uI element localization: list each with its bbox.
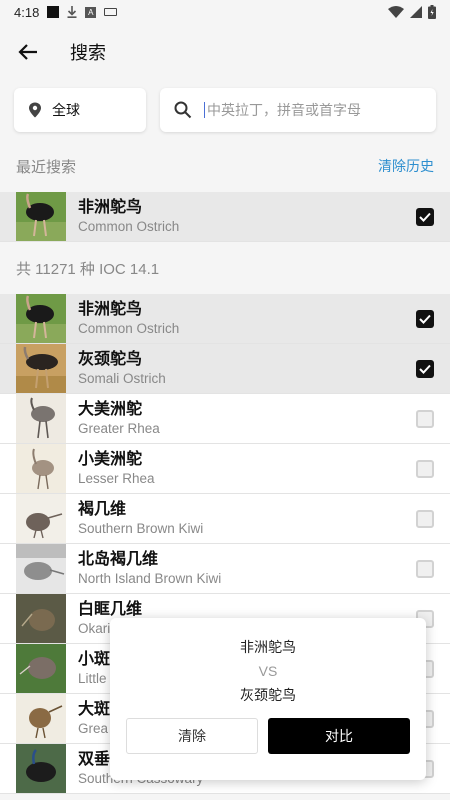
recent-search-label: 最近搜索 xyxy=(16,158,77,176)
clear-history-link[interactable]: 清除历史 xyxy=(378,156,434,176)
bird-names: 褐几维 Southern Brown Kiwi xyxy=(78,500,416,538)
search-box[interactable] xyxy=(160,88,436,132)
region-selector[interactable]: 全球 xyxy=(14,88,146,132)
bird-english-name: Greater Rhea xyxy=(78,420,160,436)
select-checkbox[interactable] xyxy=(416,509,434,528)
search-icon xyxy=(174,101,192,119)
status-bar: 4:18 A xyxy=(0,0,450,24)
bird-thumbnail xyxy=(16,744,66,793)
species-row[interactable]: 灰颈鸵鸟 Somali Ostrich xyxy=(0,344,450,394)
compare-bird-1: 非洲鸵鸟 xyxy=(240,639,296,655)
region-label: 全球 xyxy=(52,102,80,118)
battery-icon xyxy=(428,5,436,19)
select-checkbox[interactable] xyxy=(416,409,434,428)
species-row[interactable]: 褐几维 Southern Brown Kiwi xyxy=(0,494,450,544)
keyboard-icon xyxy=(104,8,118,16)
bird-chinese-name: 非洲鸵鸟 xyxy=(78,198,143,216)
bird-english-name: North Island Brown Kiwi xyxy=(78,570,222,586)
select-checkbox[interactable] xyxy=(416,459,434,478)
bird-names: 灰颈鸵鸟 Somali Ostrich xyxy=(78,350,416,388)
recent-search-header: 最近搜索 清除历史 xyxy=(0,140,450,192)
compare-bird-2: 灰颈鸵鸟 xyxy=(240,687,296,703)
bird-names: 小美洲鸵 Lesser Rhea xyxy=(78,450,416,488)
bird-english-name: Southern Brown Kiwi xyxy=(78,520,204,536)
bird-chinese-name: 褐几维 xyxy=(78,500,127,518)
status-left: 4:18 A xyxy=(14,4,118,20)
check-icon xyxy=(419,314,431,324)
signal-icon xyxy=(410,6,422,18)
compare-vs-label: VS xyxy=(258,663,278,679)
species-row[interactable]: 非洲鸵鸟 Common Ostrich xyxy=(0,294,450,344)
bird-thumbnail xyxy=(16,192,66,241)
bird-thumbnail xyxy=(16,494,66,543)
bird-chinese-name: 大美洲鸵 xyxy=(78,400,143,418)
status-right xyxy=(388,5,436,19)
bird-thumbnail xyxy=(16,294,66,343)
search-input[interactable] xyxy=(204,102,424,118)
notification-square-icon xyxy=(47,6,60,18)
select-checkbox[interactable] xyxy=(416,559,434,578)
bird-english-name: Somali Ostrich xyxy=(78,370,166,386)
bird-chinese-name: 灰颈鸵鸟 xyxy=(78,350,143,368)
compare-names: 非洲鸵鸟 VS 灰颈鸵鸟 xyxy=(110,618,426,706)
status-time: 4:18 xyxy=(14,4,40,20)
compare-panel: 非洲鸵鸟 VS 灰颈鸵鸟 清除 对比 xyxy=(110,618,426,780)
species-row[interactable]: 北岛褐几维 North Island Brown Kiwi xyxy=(0,544,450,594)
bird-names: 北岛褐几维 North Island Brown Kiwi xyxy=(78,550,416,588)
species-count-header: 共 11271 种 IOC 14.1 xyxy=(16,260,160,278)
compare-button[interactable]: 对比 xyxy=(268,718,410,754)
bird-chinese-name: 小美洲鸵 xyxy=(78,450,143,468)
bird-names: 非洲鸵鸟 Common Ostrich xyxy=(78,300,416,338)
back-button[interactable] xyxy=(16,40,40,64)
species-row[interactable]: 小美洲鸵 Lesser Rhea xyxy=(0,444,450,494)
bird-thumbnail xyxy=(16,594,66,643)
location-pin-icon xyxy=(29,102,41,118)
bird-chinese-name: 非洲鸵鸟 xyxy=(78,300,143,318)
download-icon xyxy=(67,6,77,18)
bird-english-name: Common Ostrich xyxy=(78,320,180,336)
select-checkbox[interactable] xyxy=(416,309,434,328)
search-row: 全球 xyxy=(0,80,450,140)
bird-chinese-name: 北岛褐几维 xyxy=(78,550,159,568)
bird-names: 大美洲鸵 Greater Rhea xyxy=(78,400,416,438)
wifi-icon xyxy=(388,6,404,18)
select-checkbox[interactable] xyxy=(416,359,434,378)
bird-thumbnail xyxy=(16,394,66,443)
check-icon xyxy=(419,212,431,222)
notification-icons: A xyxy=(47,6,118,18)
bird-names: 非洲鸵鸟 Common Ostrich xyxy=(78,198,416,236)
bird-thumbnail xyxy=(16,694,66,743)
clear-selection-button[interactable]: 清除 xyxy=(126,718,258,754)
species-row[interactable]: 大美洲鸵 Greater Rhea xyxy=(0,394,450,444)
compare-actions: 清除 对比 xyxy=(126,718,410,754)
bird-chinese-name: 白眶几维 xyxy=(78,600,143,618)
bird-english-name: Common Ostrich xyxy=(78,218,180,234)
recent-list-item[interactable]: 非洲鸵鸟 Common Ostrich xyxy=(0,192,450,242)
bird-thumbnail xyxy=(16,644,66,693)
bird-english-name: Lesser Rhea xyxy=(78,470,155,486)
app-bar: 搜索 xyxy=(0,24,450,80)
select-checkbox[interactable] xyxy=(416,207,434,226)
arrow-left-icon xyxy=(18,44,37,60)
bird-thumbnail xyxy=(16,544,66,593)
check-icon xyxy=(419,364,431,374)
app-notification-icon: A xyxy=(85,6,97,18)
bird-thumbnail xyxy=(16,444,66,493)
bird-thumbnail xyxy=(16,344,66,393)
page-title: 搜索 xyxy=(70,43,106,63)
